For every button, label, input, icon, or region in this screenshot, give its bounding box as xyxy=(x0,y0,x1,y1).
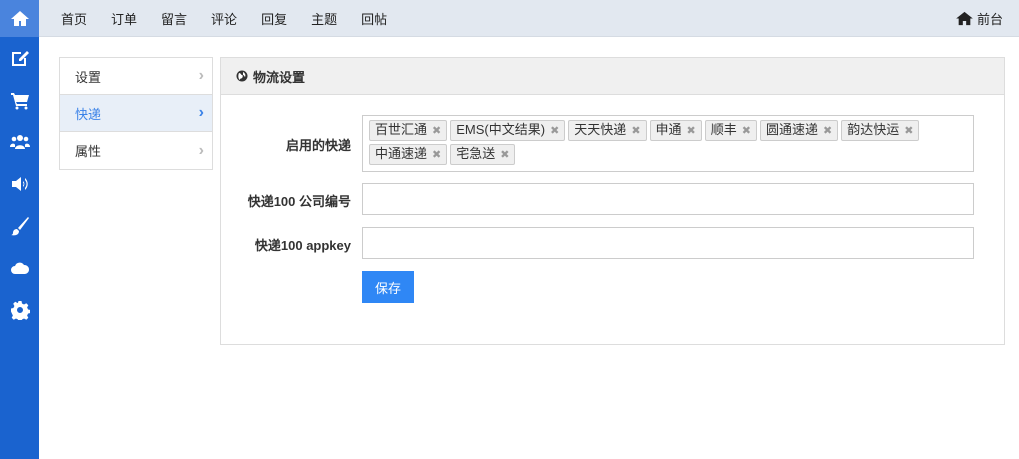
globe-icon xyxy=(236,70,248,82)
remove-tag-icon[interactable]: ✖ xyxy=(687,125,696,137)
appkey-label: 快递100 appkey xyxy=(254,238,351,253)
express-tag: EMS(中文结果) ✖ xyxy=(450,120,566,141)
menu-item-settings[interactable]: 设置 › xyxy=(60,58,212,95)
company-code-label: 快递100 公司编号 xyxy=(247,194,351,209)
chevron-right-icon: › xyxy=(198,141,204,159)
frontend-link[interactable]: 前台 xyxy=(956,9,1003,28)
users-icon xyxy=(9,135,30,149)
tag-label: 申通 xyxy=(655,122,682,137)
tag-label: 宅急送 xyxy=(456,146,496,161)
remove-tag-icon[interactable]: ✖ xyxy=(432,125,441,137)
menu-item-express[interactable]: 快递 › xyxy=(60,95,212,132)
remove-tag-icon[interactable]: ✖ xyxy=(500,149,509,161)
express-tag: 韵达快运 ✖ xyxy=(841,120,920,141)
brush-icon xyxy=(10,217,29,236)
express-tag: 宅急送 ✖ xyxy=(450,144,516,165)
logistics-panel: 物流设置 启用的快递 百世汇通 ✖ EMS(中文结果) ✖ 天天快递 ✖ 申通 ✖ 顺丰 ✖ 圆通速… xyxy=(220,57,1005,345)
tag-label: 中通速递 xyxy=(375,146,428,161)
chevron-right-icon: › xyxy=(198,104,204,121)
express-tag: 百世汇通 ✖ xyxy=(369,120,448,141)
tag-label: 韵达快运 xyxy=(847,122,900,137)
tag-label: 圆通速递 xyxy=(766,122,819,137)
remove-tag-icon[interactable]: ✖ xyxy=(631,125,640,137)
tag-label: 天天快递 xyxy=(574,122,627,137)
tag-label: EMS(中文结果) xyxy=(456,122,546,137)
nav-topics[interactable]: 主题 xyxy=(311,9,337,28)
remove-tag-icon[interactable]: ✖ xyxy=(742,125,751,137)
sidebar-home[interactable] xyxy=(0,0,39,37)
chevron-right-icon: › xyxy=(198,67,204,84)
sidebar xyxy=(0,0,39,459)
menu-label: 属性 xyxy=(75,144,102,159)
cloud-icon xyxy=(10,262,29,274)
enabled-express-label: 启用的快递 xyxy=(285,138,351,153)
home-icon xyxy=(956,11,973,26)
frontend-label: 前台 xyxy=(976,12,1003,27)
remove-tag-icon[interactable]: ✖ xyxy=(550,125,559,137)
sidebar-users[interactable] xyxy=(0,121,39,163)
express-tag: 天天快递 ✖ xyxy=(568,120,647,141)
tag-label: 百世汇通 xyxy=(375,122,428,137)
edit-icon xyxy=(11,51,29,66)
nav-comments[interactable]: 评论 xyxy=(211,9,237,28)
tag-label: 顺丰 xyxy=(710,122,737,137)
company-code-input[interactable] xyxy=(362,183,974,215)
sidebar-edit[interactable] xyxy=(0,37,39,79)
remove-tag-icon[interactable]: ✖ xyxy=(823,125,832,137)
menu-item-attributes[interactable]: 属性 › xyxy=(60,132,212,169)
menu-label: 快递 xyxy=(75,106,102,122)
save-button[interactable]: 保存 xyxy=(362,271,414,303)
sidebar-cloud[interactable] xyxy=(0,247,39,289)
top-nav: 首页 订单 留言 评论 回复 主题 回帖 前台 xyxy=(39,0,1019,37)
nav-posts[interactable]: 回帖 xyxy=(361,9,387,28)
volume-icon xyxy=(11,177,28,191)
nav-home[interactable]: 首页 xyxy=(61,9,87,28)
express-tag: 申通 ✖ xyxy=(649,120,702,141)
gear-icon xyxy=(10,301,30,320)
menu-label: 设置 xyxy=(75,69,102,85)
remove-tag-icon[interactable]: ✖ xyxy=(904,125,913,137)
panel-title: 物流设置 xyxy=(253,69,306,85)
home-icon xyxy=(10,10,29,26)
sidebar-volume[interactable] xyxy=(0,163,39,205)
nav-messages[interactable]: 留言 xyxy=(161,9,187,28)
express-tag: 顺丰 ✖ xyxy=(704,120,757,141)
express-tag: 中通速递 ✖ xyxy=(369,144,448,165)
sidebar-cart[interactable] xyxy=(0,79,39,121)
remove-tag-icon[interactable]: ✖ xyxy=(432,149,441,161)
nav-orders[interactable]: 订单 xyxy=(111,9,137,28)
nav-replies[interactable]: 回复 xyxy=(261,9,287,28)
express-tag-input[interactable]: 百世汇通 ✖ EMS(中文结果) ✖ 天天快递 ✖ 申通 ✖ 顺丰 ✖ 圆通速递 ✖ 韵达快运 ✖中通速递… xyxy=(362,115,974,172)
cart-icon xyxy=(10,93,29,110)
sidebar-brush[interactable] xyxy=(0,205,39,247)
settings-menu: 设置 › 快递 › 属性 › xyxy=(59,57,213,170)
express-tag: 圆通速递 ✖ xyxy=(760,120,839,141)
appkey-input[interactable] xyxy=(362,227,974,259)
sidebar-settings[interactable] xyxy=(0,289,39,331)
panel-header: 物流设置 xyxy=(221,58,1004,95)
